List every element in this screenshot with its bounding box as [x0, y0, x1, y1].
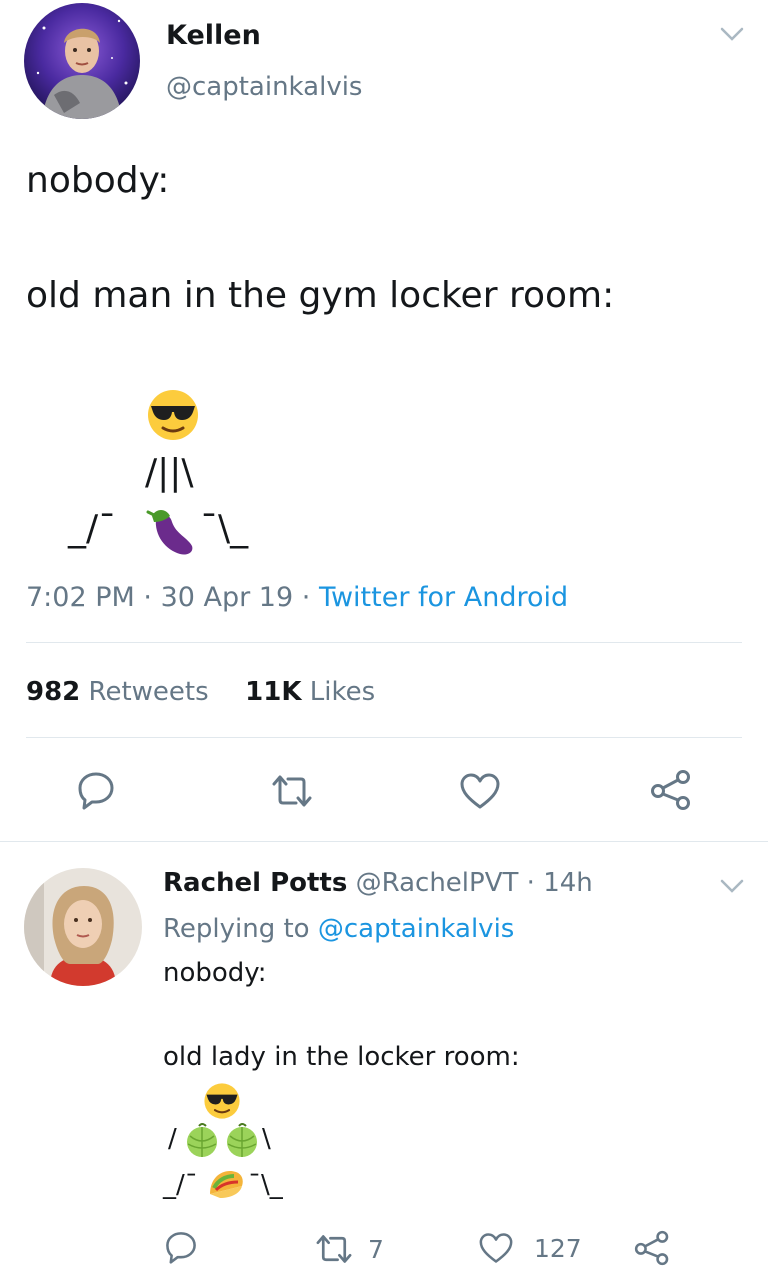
reply-display-name[interactable]: Rachel Potts — [163, 868, 347, 898]
sunglasses-emoji — [203, 1082, 241, 1124]
reply-text-line1: nobody: — [163, 958, 267, 988]
tweet-text-line2: old man in the gym locker room: — [26, 275, 615, 316]
reply-like-button[interactable]: 127 — [478, 1232, 582, 1264]
reply-icon — [78, 772, 114, 810]
reply-share-button[interactable] — [634, 1230, 670, 1266]
reply-header: Rachel Potts @RachelPVT · 14h — [163, 868, 593, 898]
like-count: 11K — [245, 677, 302, 707]
replying-to-handle[interactable]: @captainkalvis — [318, 914, 514, 944]
share-button[interactable] — [650, 769, 692, 811]
replying-to: Replying to @captainkalvis — [163, 914, 514, 944]
heart-icon — [479, 1233, 513, 1263]
share-icon — [651, 770, 690, 810]
like-label: Likes — [309, 677, 376, 707]
melon-emoji — [224, 1122, 260, 1162]
ascii-art-right-arm: \ — [262, 1124, 271, 1154]
reply-button[interactable] — [76, 770, 116, 810]
avatar[interactable] — [24, 3, 140, 119]
likes-stat[interactable]: 11K Likes — [245, 677, 375, 707]
retweet-icon — [316, 1235, 352, 1263]
retweet-icon — [272, 775, 312, 807]
reply-text-line2: old lady in the locker room: — [163, 1042, 520, 1072]
meta-separator: · — [526, 868, 535, 898]
display-name[interactable]: Kellen — [166, 20, 261, 51]
reply-reply-button[interactable] — [164, 1230, 198, 1264]
melon-emoji — [184, 1122, 220, 1162]
tweet-date[interactable]: 30 Apr 19 — [161, 582, 294, 613]
divider — [26, 642, 742, 643]
ascii-art-left-leg: _/¯ — [68, 508, 117, 549]
reply-handle[interactable]: @RachelPVT — [356, 868, 519, 898]
ascii-art-right-leg: ¯\_ — [248, 1170, 283, 1200]
handle[interactable]: @captainkalvis — [166, 72, 362, 102]
reply-avatar[interactable] — [24, 868, 142, 986]
heart-icon — [460, 773, 500, 809]
tweet-stats: 982 Retweets 11K Likes — [26, 677, 375, 707]
share-icon — [634, 1230, 669, 1266]
tweet-meta: 7:02 PM · 30 Apr 19 · Twitter for Androi… — [26, 582, 568, 613]
taco-emoji — [206, 1164, 246, 1204]
divider — [26, 737, 742, 738]
reply-icon — [166, 1232, 196, 1264]
replying-to-label: Replying to — [163, 914, 310, 944]
reply-like-count: 127 — [534, 1233, 582, 1263]
ascii-art-right-leg: ¯\_ — [200, 508, 249, 549]
sunglasses-emoji — [146, 388, 200, 446]
ascii-art-left-arm: / — [168, 1124, 177, 1154]
retweet-label: Retweets — [88, 677, 209, 707]
retweets-stat[interactable]: 982 Retweets — [26, 677, 209, 707]
reply-retweet-button[interactable]: 7 — [314, 1232, 384, 1266]
retweet-count: 982 — [26, 677, 81, 707]
chevron-down-icon[interactable] — [718, 876, 746, 900]
reply-age[interactable]: 14h — [543, 868, 593, 898]
eggplant-emoji — [144, 504, 198, 562]
tweet-time[interactable]: 7:02 PM — [26, 582, 135, 613]
chevron-down-icon[interactable] — [718, 24, 746, 48]
tweet-separator — [0, 841, 768, 842]
meta-separator: · — [301, 582, 311, 613]
ascii-art-body: /||\ — [145, 452, 194, 493]
reply-retweet-count: 7 — [368, 1234, 384, 1264]
ascii-art-left-leg: _/¯ — [163, 1170, 198, 1200]
tweet-text-line1: nobody: — [26, 160, 170, 201]
like-button[interactable] — [459, 772, 501, 810]
meta-separator: · — [143, 582, 152, 613]
reply-avatar-image — [24, 868, 142, 986]
retweet-button[interactable] — [270, 772, 314, 810]
avatar-image — [24, 3, 140, 119]
tweet-source[interactable]: Twitter for Android — [319, 582, 568, 613]
